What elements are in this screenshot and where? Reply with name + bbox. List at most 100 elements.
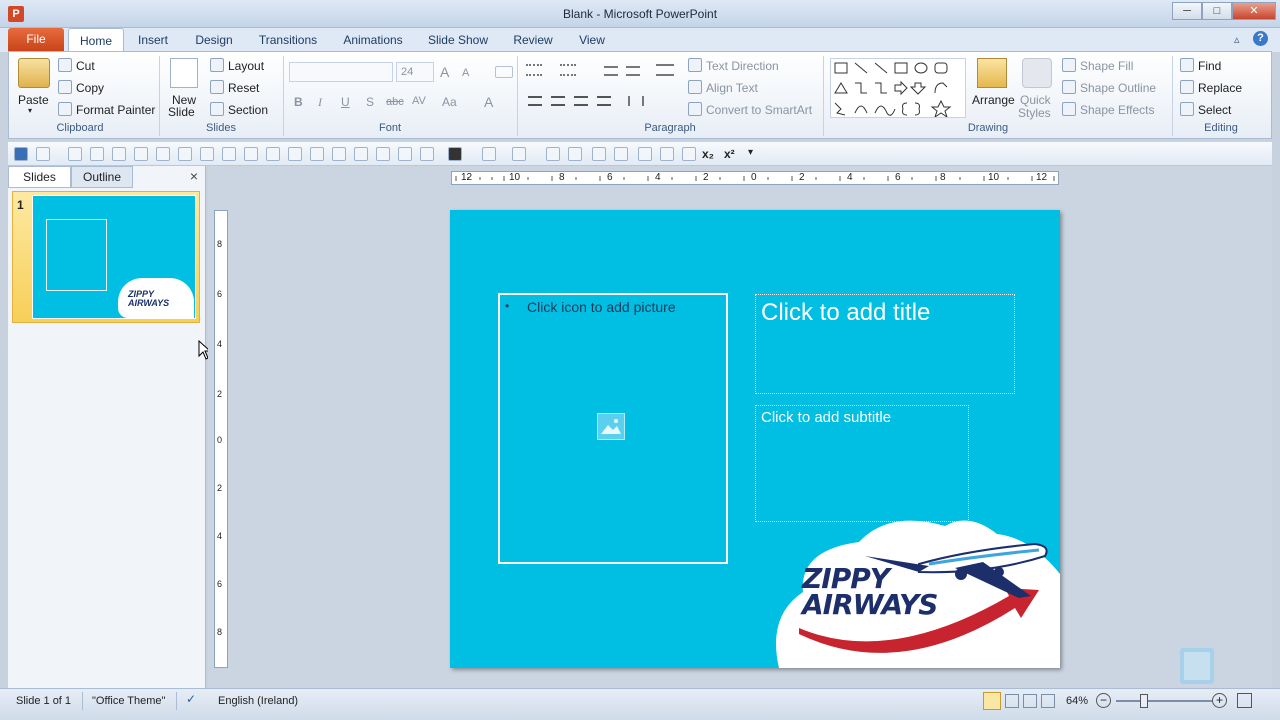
layout-button[interactable]: Layout [228, 59, 264, 73]
format-painter-button[interactable]: Format Painter [76, 103, 155, 117]
close-window-button[interactable]: ✕ [1232, 2, 1276, 20]
line-weight-icon[interactable] [448, 147, 462, 161]
font-size-combobox[interactable]: 24 [396, 62, 434, 82]
subtitle-placeholder-text[interactable]: Click to add subtitle [761, 409, 891, 426]
copy-button[interactable]: Copy [76, 81, 104, 95]
quick-styles-label-2[interactable]: Styles [1018, 106, 1051, 120]
font-name-combobox[interactable] [289, 62, 393, 82]
spelling-check-icon[interactable]: ✓ [186, 692, 202, 706]
superscript-icon[interactable]: x² [724, 147, 735, 161]
nudge-right-icon[interactable] [660, 147, 674, 161]
tab-transitions[interactable]: Transitions [250, 28, 326, 52]
cut-button[interactable]: Cut [76, 59, 95, 73]
align-top-icon[interactable] [90, 147, 104, 161]
text-direction-button[interactable]: Text Direction [706, 59, 779, 73]
find-button[interactable]: Find [1198, 59, 1221, 73]
new-slide-icon[interactable] [170, 58, 198, 88]
numbering-icon[interactable] [560, 64, 576, 76]
picture-placeholder-text[interactable]: Click icon to add picture [527, 299, 676, 315]
ungroup-icon[interactable] [398, 147, 412, 161]
tab-slide-show[interactable]: Slide Show [420, 28, 496, 52]
align-text-button[interactable]: Align Text [706, 81, 758, 95]
shape-fill-button[interactable]: Shape Fill [1080, 59, 1133, 73]
elbow-connector-icon[interactable] [568, 147, 582, 161]
shape-effects-button[interactable]: Shape Effects [1080, 103, 1155, 117]
grow-font-button[interactable]: A [440, 64, 449, 80]
select-button[interactable]: Select [1198, 103, 1231, 117]
align-middle-icon[interactable] [112, 147, 126, 161]
fit-to-window-icon[interactable] [1237, 693, 1252, 708]
underline-button[interactable]: U [341, 95, 350, 109]
save-icon[interactable] [14, 147, 28, 161]
change-case-button[interactable]: Aa [442, 95, 457, 109]
horizontal-ruler[interactable]: 12 10 8 6 4 2 0 2 4 6 8 10 12 [451, 171, 1059, 185]
tab-design[interactable]: Design [186, 28, 242, 52]
line-style-icon[interactable] [420, 147, 434, 161]
undo-icon[interactable] [36, 147, 50, 161]
tab-outline[interactable]: Outline [71, 166, 133, 188]
vertical-ruler[interactable]: 8 6 4 2 0 2 4 6 8 [214, 210, 228, 668]
character-spacing-button[interactable]: AV [412, 95, 426, 107]
slide-count-status[interactable]: Slide 1 of 1 [16, 695, 71, 707]
customize-toolbar-icon[interactable]: ▾ [748, 147, 753, 158]
shrink-font-button[interactable]: A [462, 67, 469, 79]
tab-file[interactable]: File [8, 28, 64, 51]
line-spacing-icon[interactable] [656, 64, 674, 76]
help-icon[interactable]: ? [1253, 31, 1268, 46]
normal-view-icon[interactable] [983, 692, 1001, 710]
align-left-icon[interactable] [528, 96, 542, 106]
new-slide-label-2[interactable]: Slide [168, 105, 195, 119]
quick-styles-label-1[interactable]: Quick [1020, 93, 1051, 107]
font-color-button[interactable]: A [484, 94, 493, 110]
size-icon[interactable] [614, 147, 628, 161]
minimize-ribbon-icon[interactable]: ▵ [1234, 33, 1240, 46]
language-status[interactable]: English (Ireland) [218, 695, 298, 707]
quick-styles-icon[interactable] [1022, 58, 1052, 88]
slide-sorter-view-icon[interactable] [1005, 694, 1019, 708]
tab-view[interactable]: View [568, 28, 616, 52]
arrange-icon[interactable] [977, 58, 1007, 88]
text-align-left-icon[interactable] [266, 147, 280, 161]
paste-dropdown-icon[interactable]: ▾ [28, 106, 32, 115]
align-left-objects-icon[interactable] [134, 147, 148, 161]
bold-button[interactable]: B [294, 95, 303, 109]
insert-picture-icon[interactable] [597, 413, 625, 440]
subscript-icon[interactable]: x₂ [702, 147, 714, 161]
align-center-objects-icon[interactable] [156, 147, 170, 161]
align-top-objects-icon[interactable] [200, 147, 214, 161]
line-color-icon[interactable] [512, 147, 526, 161]
align-bottom-objects-icon[interactable] [244, 147, 258, 161]
zoom-out-icon[interactable]: − [1096, 693, 1111, 708]
section-button[interactable]: Section [228, 103, 268, 117]
bring-forward-icon[interactable] [332, 147, 346, 161]
justify-icon[interactable] [597, 96, 611, 106]
text-align-right-icon[interactable] [310, 147, 324, 161]
reading-view-icon[interactable] [1023, 694, 1037, 708]
align-center-icon[interactable] [551, 96, 565, 106]
send-backward-icon[interactable] [354, 147, 368, 161]
redo-icon[interactable] [68, 147, 82, 161]
reset-button[interactable]: Reset [228, 81, 259, 95]
zoom-in-icon[interactable]: + [1212, 693, 1227, 708]
text-align-center-icon[interactable] [288, 147, 302, 161]
paste-button[interactable]: Paste [18, 93, 49, 107]
tab-review[interactable]: Review [504, 28, 562, 52]
title-placeholder-text[interactable]: Click to add title [761, 299, 930, 327]
zoom-level[interactable]: 64% [1066, 695, 1088, 707]
align-right-objects-icon[interactable] [178, 147, 192, 161]
minimize-button[interactable]: ─ [1172, 2, 1202, 20]
rotate-icon[interactable] [682, 147, 696, 161]
connector-icon[interactable] [546, 147, 560, 161]
align-right-icon[interactable] [574, 96, 588, 106]
replace-button[interactable]: Replace [1198, 81, 1242, 95]
crop-icon[interactable] [592, 147, 606, 161]
tab-insert[interactable]: Insert [128, 28, 178, 52]
decrease-indent-icon[interactable] [604, 66, 618, 76]
clear-formatting-icon[interactable] [495, 66, 513, 78]
distribute-icon[interactable] [222, 147, 236, 161]
shape-outline-button[interactable]: Shape Outline [1080, 81, 1156, 95]
zoom-slider-thumb[interactable] [1140, 694, 1148, 708]
paste-icon[interactable] [18, 58, 50, 88]
theme-status[interactable]: "Office Theme" [92, 695, 165, 707]
slide-show-view-icon[interactable] [1041, 694, 1055, 708]
